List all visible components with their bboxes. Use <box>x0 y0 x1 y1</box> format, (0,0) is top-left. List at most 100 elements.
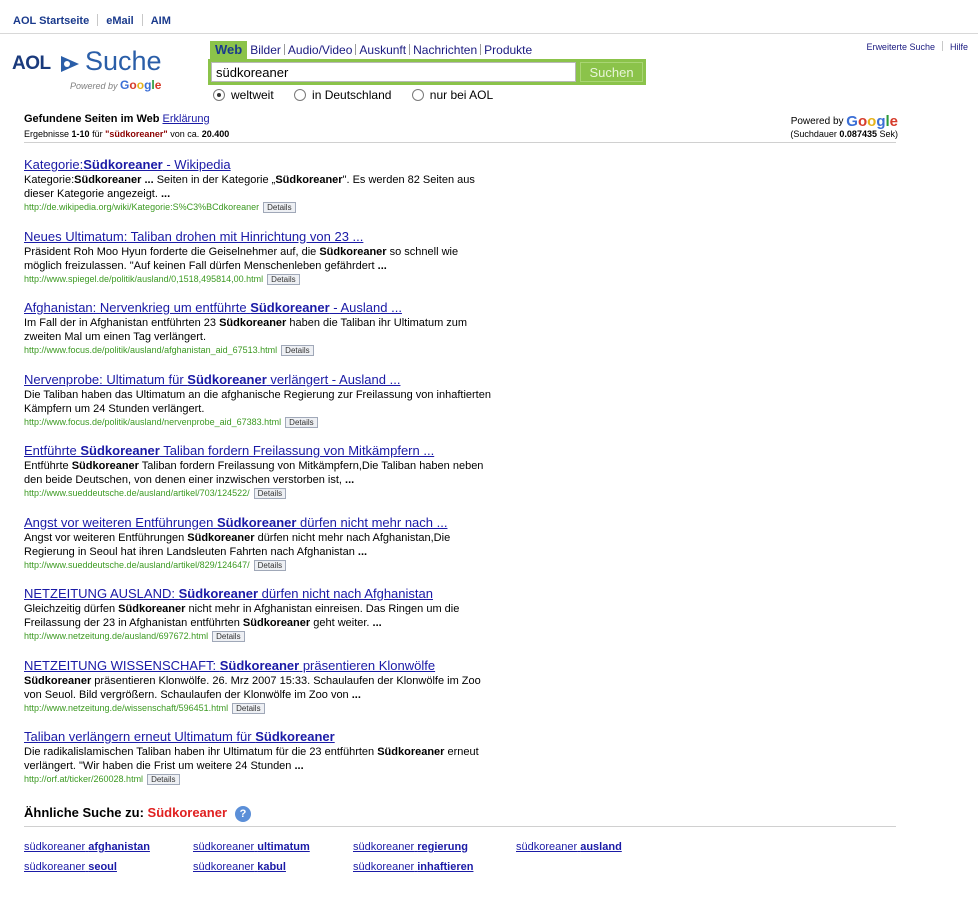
result-title-link[interactable]: Taliban verlängern erneut Ultimatum für … <box>24 729 335 744</box>
result-title: NETZEITUNG WISSENSCHAFT: Südkoreaner prä… <box>24 658 494 674</box>
result-url[interactable]: http://www.sueddeutsche.de/ausland/artik… <box>24 560 250 570</box>
result-title-link[interactable]: NETZEITUNG WISSENSCHAFT: Südkoreaner prä… <box>24 658 435 673</box>
related-search-link[interactable]: südkoreaner kabul <box>193 861 286 873</box>
details-button[interactable]: Details <box>253 488 287 499</box>
scope-option-deutschland[interactable]: in Deutschland <box>294 88 391 102</box>
result-url[interactable]: http://www.netzeitung.de/wissenschaft/59… <box>24 703 228 713</box>
related-base-term: südkoreaner <box>353 841 415 853</box>
search-input[interactable] <box>211 62 576 82</box>
highlighted-term: ... <box>294 760 304 772</box>
text-segment: Angst vor weiteren Entführungen <box>24 514 217 530</box>
related-search-item: südkoreaner ausland <box>516 841 622 853</box>
text-segment: NETZEITUNG AUSLAND: <box>24 586 179 601</box>
result-title-link[interactable]: Afghanistan: Nervenkrieg um entführte Sü… <box>24 300 402 315</box>
tab-audio-video[interactable]: Audio/Video <box>285 43 356 57</box>
tab-produkte[interactable]: Produkte <box>481 43 535 57</box>
result-title: NETZEITUNG AUSLAND: Südkoreaner dürfen n… <box>24 586 494 602</box>
result-snippet: Im Fall der in Afghanistan entführten 23… <box>24 316 494 344</box>
details-button[interactable]: Details <box>232 702 265 714</box>
result-url[interactable]: http://orf.at/ticker/260028.html <box>24 774 143 784</box>
search-scope: weltweit in Deutschland nur bei AOL <box>213 88 510 102</box>
result-url[interactable]: http://www.focus.de/politik/ausland/nerv… <box>24 417 281 427</box>
radio-button[interactable] <box>294 89 307 101</box>
result-url[interactable]: http://www.focus.de/politik/ausland/afgh… <box>24 345 277 355</box>
result-title-link[interactable]: Nervenprobe: Ultimatum für Südkoreaner v… <box>24 372 400 387</box>
result-snippet: Kategorie:Südkoreaner ... Seiten in der … <box>24 173 494 201</box>
related-extra-term: inhaftieren <box>417 861 474 873</box>
radio-button[interactable] <box>411 89 424 101</box>
result-url-row: http://www.netzeitung.de/wissenschaft/59… <box>24 702 494 715</box>
related-search-link[interactable]: südkoreaner inhaftieren <box>353 861 473 873</box>
text-segment: Die radikalislamischen Taliban haben ihr… <box>24 746 378 758</box>
result-url[interactable]: http://www.spiegel.de/politik/ausland/0,… <box>24 274 263 284</box>
question-icon[interactable]: ? <box>235 806 252 822</box>
related-search-link[interactable]: südkoreaner seoul <box>24 861 117 873</box>
aol-home-link[interactable]: AOL Startseite <box>13 15 89 27</box>
highlighted-term: Südkoreaner <box>118 603 186 615</box>
result-url[interactable]: http://de.wikipedia.org/wiki/Kategorie:S… <box>24 202 259 212</box>
explanation-link[interactable]: Erklärung <box>163 113 210 125</box>
result-url[interactable]: http://www.sueddeutsche.de/ausland/artik… <box>24 488 250 498</box>
details-button[interactable]: Details <box>285 416 318 428</box>
related-search-item: südkoreaner kabul <box>193 861 286 873</box>
related-search-link[interactable]: südkoreaner ultimatum <box>193 841 310 853</box>
result-title-link[interactable]: Neues Ultimatum: Taliban drohen mit Hinr… <box>24 229 363 244</box>
divider <box>941 41 943 51</box>
details-button[interactable]: Details <box>147 774 180 785</box>
related-search-link[interactable]: südkoreaner regierung <box>353 841 468 853</box>
text-segment: Entführte <box>24 443 81 458</box>
result-snippet: Präsident Roh Moo Hyun forderte die Geis… <box>24 245 494 273</box>
result-title-link[interactable]: Angst vor weiteren Entführungen Südkorea… <box>24 515 447 530</box>
related-search-link[interactable]: südkoreaner ausland <box>516 841 622 853</box>
related-extra-term: afghanistan <box>88 841 150 853</box>
radio-button-selected[interactable] <box>213 89 225 101</box>
highlighted-term: Südkoreaner <box>319 245 387 258</box>
text-segment: NETZEITUNG WISSENSCHAFT: <box>24 657 220 673</box>
result-title-link[interactable]: Kategorie:Südkoreaner - Wikipedia <box>24 157 231 172</box>
text-segment: dürfen nicht nach Afghanistan <box>258 586 433 601</box>
help-link[interactable]: Hilfe <box>950 42 968 52</box>
search-button[interactable]: Suchen <box>580 62 643 82</box>
details-button[interactable]: Details <box>253 559 287 571</box>
result-title-link[interactable]: NETZEITUNG AUSLAND: Südkoreaner dürfen n… <box>24 586 433 601</box>
tab-nachrichten[interactable]: Nachrichten <box>410 43 480 57</box>
search-vertical-tabs: Web Bilder Audio/Video Auskunft Nachrichten P… <box>210 41 535 59</box>
related-search-item: südkoreaner ultimatum <box>193 841 310 853</box>
advanced-search-link[interactable]: Erweiterte Suche <box>866 42 935 52</box>
related-search-link[interactable]: südkoreaner afghanistan <box>24 841 150 853</box>
details-button[interactable]: Details <box>267 273 300 285</box>
highlighted-term: Südkoreaner <box>250 300 330 315</box>
text-segment: dürfen nicht mehr nach ... <box>296 514 448 530</box>
google-logo: Google <box>846 113 898 130</box>
email-link[interactable]: eMail <box>106 15 134 27</box>
result-url-row: http://www.spiegel.de/politik/ausland/0,… <box>24 273 494 286</box>
search-result: NETZEITUNG AUSLAND: Südkoreaner dürfen n… <box>24 586 494 658</box>
details-button[interactable]: Details <box>281 345 314 356</box>
result-title-link[interactable]: Entführte Südkoreaner Taliban fordern Fr… <box>24 443 434 458</box>
details-button[interactable]: Details <box>212 631 245 642</box>
tab-web[interactable]: Web <box>210 41 248 59</box>
scope-option-aol[interactable]: nur bei AOL <box>411 88 493 102</box>
related-base-term: südkoreaner <box>24 841 86 853</box>
aim-link[interactable]: AIM <box>151 15 171 27</box>
tab-bilder[interactable]: Bilder <box>247 43 284 57</box>
result-url[interactable]: http://www.netzeitung.de/ausland/697672.… <box>24 631 208 641</box>
powered-by-google: Powered by Google <box>790 113 898 130</box>
text-segment: Präsident Roh Moo Hyun forderte die Geis… <box>24 245 320 258</box>
highlighted-term: Südkoreaner <box>216 514 297 530</box>
text-segment: verlängert - Ausland ... <box>266 371 401 387</box>
scope-option-weltweit[interactable]: weltweit <box>213 88 274 102</box>
result-snippet: Gleichzeitig dürfen Südkoreaner nicht me… <box>24 602 494 630</box>
result-title: Neues Ultimatum: Taliban drohen mit Hinr… <box>24 229 494 245</box>
text-segment: Nervenprobe: Ultimatum für <box>24 371 188 387</box>
text-segment: präsentieren Klonwölfe <box>299 657 436 673</box>
related-base-term: südkoreaner <box>353 861 415 873</box>
text-segment: Gleichzeitig dürfen <box>24 603 119 615</box>
results-count: Ergebnisse 1-10 für "südkoreaner" von ca… <box>24 129 230 139</box>
text-segment: Neues Ultimatum: Taliban drohen mit Hinr… <box>24 228 364 244</box>
aol-suche-logo[interactable]: AOL Suche Powered by Google <box>12 46 172 92</box>
details-button[interactable]: Details <box>263 202 296 213</box>
divider <box>24 826 896 827</box>
tab-auskunft[interactable]: Auskunft <box>356 43 409 57</box>
result-title: Taliban verlängern erneut Ultimatum für … <box>24 729 494 745</box>
